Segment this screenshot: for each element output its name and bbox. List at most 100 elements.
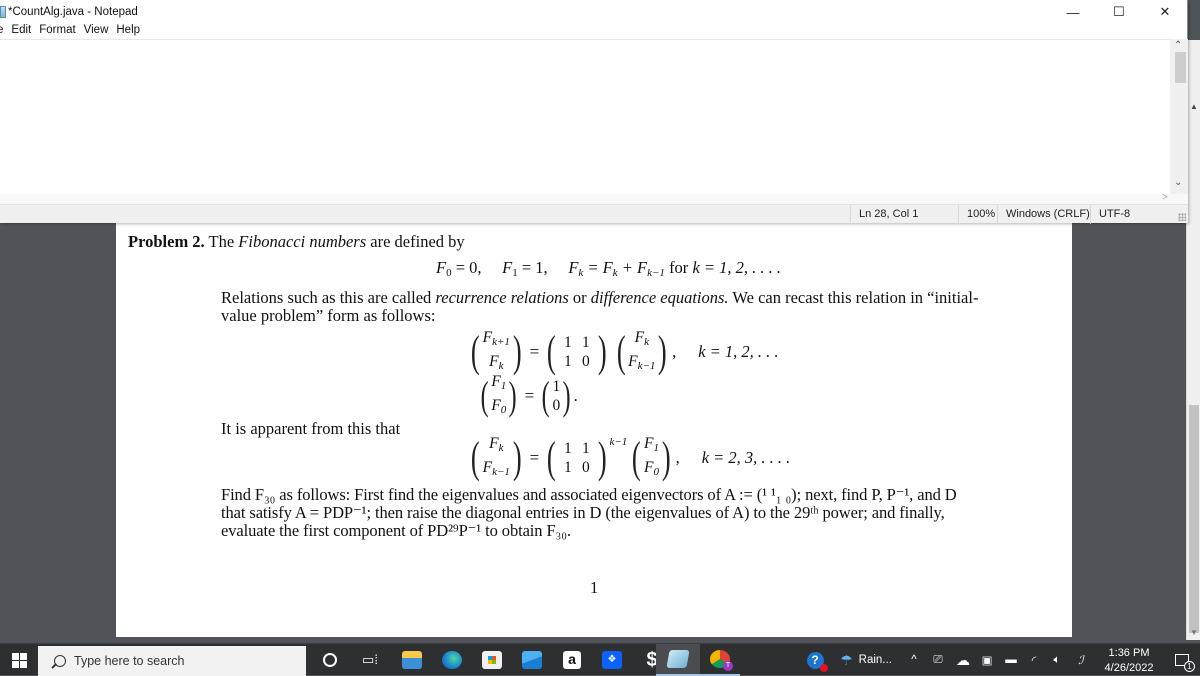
vector-entry: F1 (491, 373, 507, 392)
eq-subscript: 1 (512, 267, 518, 279)
notepad-app-icon (666, 650, 690, 668)
notification-center-button[interactable]: 1 (1164, 644, 1200, 676)
clock[interactable]: 1:36 PM 4/26/2022 (1094, 646, 1164, 676)
cortana-button[interactable] (310, 644, 350, 676)
task-view-button[interactable]: ▭⁞ (350, 644, 390, 676)
tray-battery[interactable]: ▬ (1000, 644, 1022, 676)
taskbar-app-mail[interactable] (512, 644, 552, 676)
task-view-icon: ▭⁞ (362, 652, 378, 667)
eq-symbol: F (568, 258, 579, 277)
status-bar: Ln 28, Col 1 100% Windows (CRLF) UTF-8 (0, 204, 1188, 224)
menu-view[interactable]: View (80, 24, 113, 40)
matrix-a: 1 1 1 0 (559, 439, 595, 477)
eq-subscript: 0 (446, 267, 452, 279)
minimize-button[interactable]: — (1050, 0, 1096, 24)
taskbar-app-dropbox[interactable]: ❖ (592, 644, 632, 676)
search-box[interactable]: Type here to search (38, 646, 306, 676)
notepad-window[interactable]: *CountAlg.java - Notepad — ☐ ✕ e Edit Fo… (0, 0, 1188, 224)
battery-icon: ▬ (1005, 654, 1017, 666)
title-bar[interactable]: *CountAlg.java - Notepad — ☐ ✕ (0, 0, 1187, 24)
left-paren: ( (547, 327, 556, 376)
taskbar-app-amazon[interactable]: a (552, 644, 592, 676)
taskbar-app-file-explorer[interactable] (392, 644, 432, 676)
taskbar-app-edge[interactable] (432, 644, 472, 676)
profile-badge: T (723, 661, 733, 671)
cloud-icon: ☁ (956, 651, 970, 668)
find-line-3: evaluate the first component of PD²⁹P⁻¹ … (221, 521, 571, 540)
start-button[interactable] (0, 644, 38, 676)
resize-grip-icon[interactable] (1178, 213, 1186, 221)
menu-edit[interactable]: Edit (7, 24, 35, 40)
right-paren: ) (562, 373, 571, 418)
matrix-equation-power: ( Fk Fk−1 ) = ( 1 1 1 0 ) k−1 ( F1 F0 ) … (468, 434, 790, 482)
taskbar-app-store[interactable] (472, 644, 512, 676)
menu-help[interactable]: Help (112, 24, 144, 40)
vector-entry: Fk (634, 329, 649, 348)
left-paren: ( (616, 327, 626, 376)
para-text: or (572, 288, 587, 307)
show-hidden-icons[interactable]: ^ (904, 644, 924, 676)
matrix-entry: 0 (581, 353, 590, 370)
problem-label: Problem 2. (128, 232, 205, 251)
cortana-icon (323, 653, 337, 667)
comma: , (672, 342, 677, 361)
para-text: Relations such as this are called (221, 288, 432, 307)
eq-value: = F (587, 258, 613, 277)
pen-icon: ℐ (1078, 655, 1084, 667)
clock-date: 4/26/2022 (1104, 662, 1154, 674)
taskbar-app-notepad[interactable] (656, 644, 700, 676)
scroll-down-icon[interactable]: ▼ (1190, 628, 1198, 637)
equals-sign: = (529, 342, 540, 361)
chevron-right-icon[interactable]: > (1162, 192, 1168, 203)
scroll-up-icon[interactable]: ▲ (1190, 102, 1198, 111)
zoom-level: 100% (958, 205, 995, 224)
vector-rhs: Fk Fk−1 (628, 328, 655, 376)
vector-entry: F0 (643, 459, 659, 478)
help-tray-button[interactable]: ? (800, 644, 830, 676)
right-paren: ) (597, 327, 607, 376)
menu-file[interactable]: e (0, 24, 7, 40)
right-paren: ) (512, 327, 522, 376)
amazon-icon: a (563, 651, 581, 669)
tray-screen[interactable]: ▣ (976, 644, 998, 676)
intro-text-end: are defined by (370, 232, 465, 251)
equals-sign: = (524, 386, 535, 405)
vector-entry: 1 (552, 378, 561, 395)
notification-icon: 1 (1175, 654, 1195, 672)
search-placeholder: Type here to search (74, 654, 185, 668)
fibonacci-definition: F0 = 0, F1 = 1, Fk = Fk + Fk−1 for k = 1… (436, 258, 781, 279)
matrix-equation-initial: ( F1 F0 ) = ( 1 0 ) . (478, 372, 578, 420)
intro-text: The (208, 232, 235, 251)
chevron-down-icon[interactable]: ⌄ (1174, 177, 1182, 188)
taskbar: Type here to search ▭⁞ a ❖ $ T ? ☂ Rain.… (0, 643, 1200, 676)
chevron-up-icon[interactable]: ⌃ (1174, 40, 1182, 51)
viewer-scroll-thumb[interactable] (1189, 405, 1199, 633)
tray-wifi[interactable]: ◜ (1024, 644, 1044, 676)
horizontal-scrollbar[interactable]: > (0, 192, 1188, 204)
eq-subscript: k (578, 267, 584, 279)
tray-meet[interactable]: ⎚ (928, 644, 948, 676)
eq-value: = 0, (455, 258, 482, 277)
tray-onedrive[interactable]: ☁ (952, 644, 974, 676)
cursor-position: Ln 28, Col 1 (850, 205, 918, 224)
matrix-entry: 1 (563, 440, 572, 457)
edge-icon (442, 651, 462, 669)
folder-icon (402, 651, 422, 669)
text-editor[interactable] (0, 39, 1170, 194)
tray-volume[interactable]: 🔈︎ (1046, 644, 1068, 676)
maximize-button[interactable]: ☐ (1096, 0, 1142, 24)
weather-widget[interactable]: ☂ Rain... (836, 644, 896, 676)
chevron-up-icon: ^ (911, 654, 917, 666)
viewer-scrollbar[interactable]: ▲ ▼ (1186, 40, 1200, 640)
vertical-scrollbar[interactable]: ⌃ ⌄ (1170, 39, 1188, 194)
scroll-thumb[interactable] (1175, 52, 1186, 83)
para-text: We can recast this relation in “initial- (732, 288, 979, 307)
window-title: *CountAlg.java - Notepad (8, 6, 138, 18)
menu-format[interactable]: Format (35, 24, 79, 40)
taskbar-app-chrome[interactable]: T (700, 644, 740, 676)
matrix-exponent: k−1 (609, 436, 628, 448)
vector-lhs: Fk Fk−1 (483, 434, 510, 482)
close-button[interactable]: ✕ (1142, 0, 1188, 24)
eq-symbol: F (436, 258, 447, 277)
tray-pen[interactable]: ℐ (1070, 644, 1092, 676)
